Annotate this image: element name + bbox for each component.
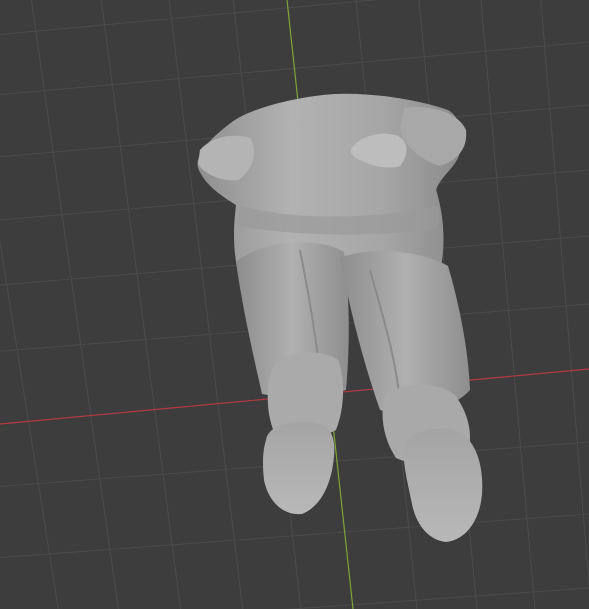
left-shoe-sole — [262, 421, 335, 515]
3d-viewport[interactable] — [0, 0, 589, 609]
viewport-canvas[interactable] — [0, 0, 589, 609]
right-shoe-sole — [403, 428, 483, 542]
figure-mesh[interactable] — [197, 93, 483, 542]
